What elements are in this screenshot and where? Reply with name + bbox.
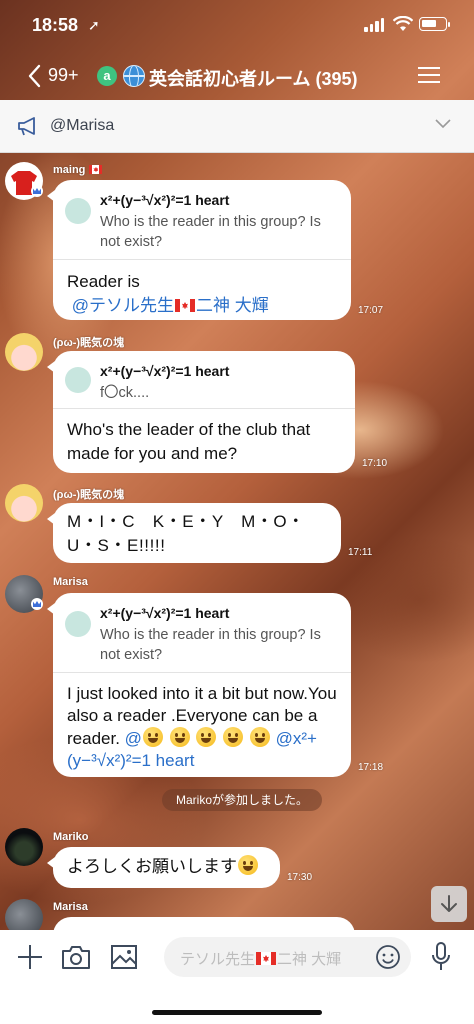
announcement-text: @Marisa — [50, 117, 115, 134]
message-bubble[interactable]: x²+(y−³√x²)²=1 heart Who is the reader i… — [47, 180, 351, 320]
megaphone-icon — [18, 117, 35, 136]
avatar — [65, 367, 91, 393]
message-text: よろしくお願いします — [53, 847, 280, 891]
image-icon[interactable] — [110, 944, 138, 970]
microphone-icon[interactable] — [430, 941, 452, 973]
system-message: Marikoが参加しました。 — [162, 789, 323, 811]
back-chevron-icon[interactable] — [26, 64, 44, 88]
crown-icon — [31, 185, 43, 197]
message-text: M・I・C K・E・Y M・O・U・S・E!!!!! — [67, 512, 305, 555]
location-icon: ➚ — [88, 17, 100, 33]
reply-text: Who is the reader in this group? Is not … — [100, 627, 321, 663]
mention-link[interactable]: @ — [125, 729, 142, 748]
reply-preview[interactable]: x²+(y−³√x²)²=1 heart Who is the reader i… — [53, 593, 351, 673]
message-bubble[interactable]: M・I・C K・E・Y M・O・U・S・E!!!!! — [47, 503, 341, 563]
message-time: 17:07 — [358, 305, 384, 316]
blush-emoji-icon — [238, 855, 258, 875]
sender-name: Marisa — [53, 576, 88, 588]
status-time: 18:58 — [32, 15, 79, 35]
menu-icon[interactable] — [418, 67, 440, 85]
sender-name: maing — [53, 164, 103, 176]
reply-sender: x²+(y−³√x²)²=1 heart — [100, 192, 230, 208]
reply-text: f〇ck.... — [100, 385, 150, 401]
home-indicator — [152, 1010, 322, 1015]
sender-name: Mariko — [53, 831, 89, 843]
sender-name: (ρω-)眠気の塊 — [53, 489, 125, 501]
scroll-to-bottom-button[interactable] — [431, 886, 467, 922]
battery-icon — [419, 17, 450, 31]
emoji-icon[interactable] — [375, 944, 401, 970]
canada-flag-icon — [256, 952, 277, 965]
grin-emoji-icon — [223, 727, 244, 747]
plus-icon[interactable] — [16, 943, 44, 971]
reply-text: Who is the reader in this group? Is not … — [100, 214, 321, 250]
mention-link[interactable]: @テソル先生 二神 大輝 — [72, 296, 269, 315]
chat-title[interactable]: 英会話初心者ルーム (395) — [149, 65, 357, 91]
signal-icon — [364, 18, 384, 32]
message-time: 17:11 — [348, 547, 373, 558]
message-time: 17:30 — [287, 872, 313, 883]
message-bubble[interactable]: x²+(y−³√x²)²=1 heart Who is the reader i… — [47, 593, 351, 777]
reply-preview[interactable]: x²+(y−³√x²)²=1 heart Who is the reader i… — [53, 180, 351, 260]
grinning-emoji-icon — [142, 727, 163, 747]
arrow-down-icon — [441, 895, 457, 912]
japan-flag-icon — [89, 165, 103, 174]
globe-icon — [123, 65, 145, 87]
message-text: I just looked into it a bit but now.You … — [67, 684, 337, 770]
sender-name: (ρω-)眠気の塊 — [53, 337, 125, 349]
message-bubble[interactable]: よろしくお願いします — [47, 847, 280, 891]
wifi-icon — [393, 16, 413, 31]
avatar — [65, 198, 91, 224]
canada-flag-icon — [175, 299, 195, 312]
avatar-mariko[interactable] — [5, 828, 43, 866]
message-input[interactable]: テソル先生 二神 大輝 — [164, 937, 411, 977]
camera-icon[interactable] — [61, 944, 91, 970]
sender-name: Marisa — [53, 901, 88, 913]
crown-icon — [31, 598, 43, 610]
message-text: Reader is @テソル先生 二神 大輝 — [67, 272, 269, 315]
input-placeholder: テソル先生 二神 大輝 — [180, 951, 342, 968]
status-bar: 18:58 ➚ — [0, 0, 474, 52]
message-bubble[interactable]: x²+(y−³√x²)²=1 heart f〇ck.... Who's the … — [47, 351, 355, 473]
avatar-user[interactable] — [5, 484, 43, 522]
openchat-icon: a — [97, 66, 117, 86]
message-time: 17:18 — [358, 762, 384, 773]
chat-header: 99+ a 英会話初心者ルーム (395) — [0, 52, 474, 100]
avatar — [65, 611, 91, 637]
announcement-bar[interactable]: @Marisa — [0, 100, 474, 153]
smiley-emoji-icon — [169, 727, 190, 747]
message-text: Who's the leader of the club that made f… — [67, 420, 311, 463]
reply-sender: x²+(y−³√x²)²=1 heart — [100, 363, 230, 379]
avatar-user[interactable] — [5, 333, 43, 371]
message-time: 17:10 — [362, 458, 388, 469]
chevron-down-icon[interactable] — [435, 119, 451, 129]
reply-preview[interactable]: x²+(y−³√x²)²=1 heart f〇ck.... — [53, 351, 355, 409]
smile-emoji-icon — [196, 727, 217, 747]
reply-sender: x²+(y−³√x²)²=1 heart — [100, 605, 230, 621]
sweat-smile-emoji-icon — [249, 727, 270, 747]
unread-count[interactable]: 99+ — [48, 65, 79, 86]
